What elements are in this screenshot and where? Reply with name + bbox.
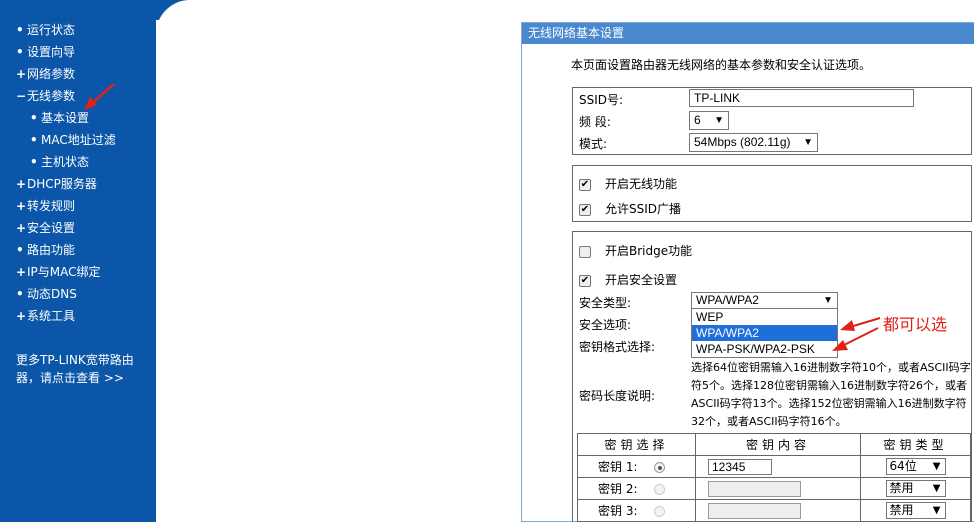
annotation-arrows (84, 83, 881, 351)
arrow-to-basic-settings-icon (84, 83, 115, 110)
arrow-to-psk-option-icon (832, 327, 879, 351)
annotation-text: 都可以选 (883, 315, 948, 334)
